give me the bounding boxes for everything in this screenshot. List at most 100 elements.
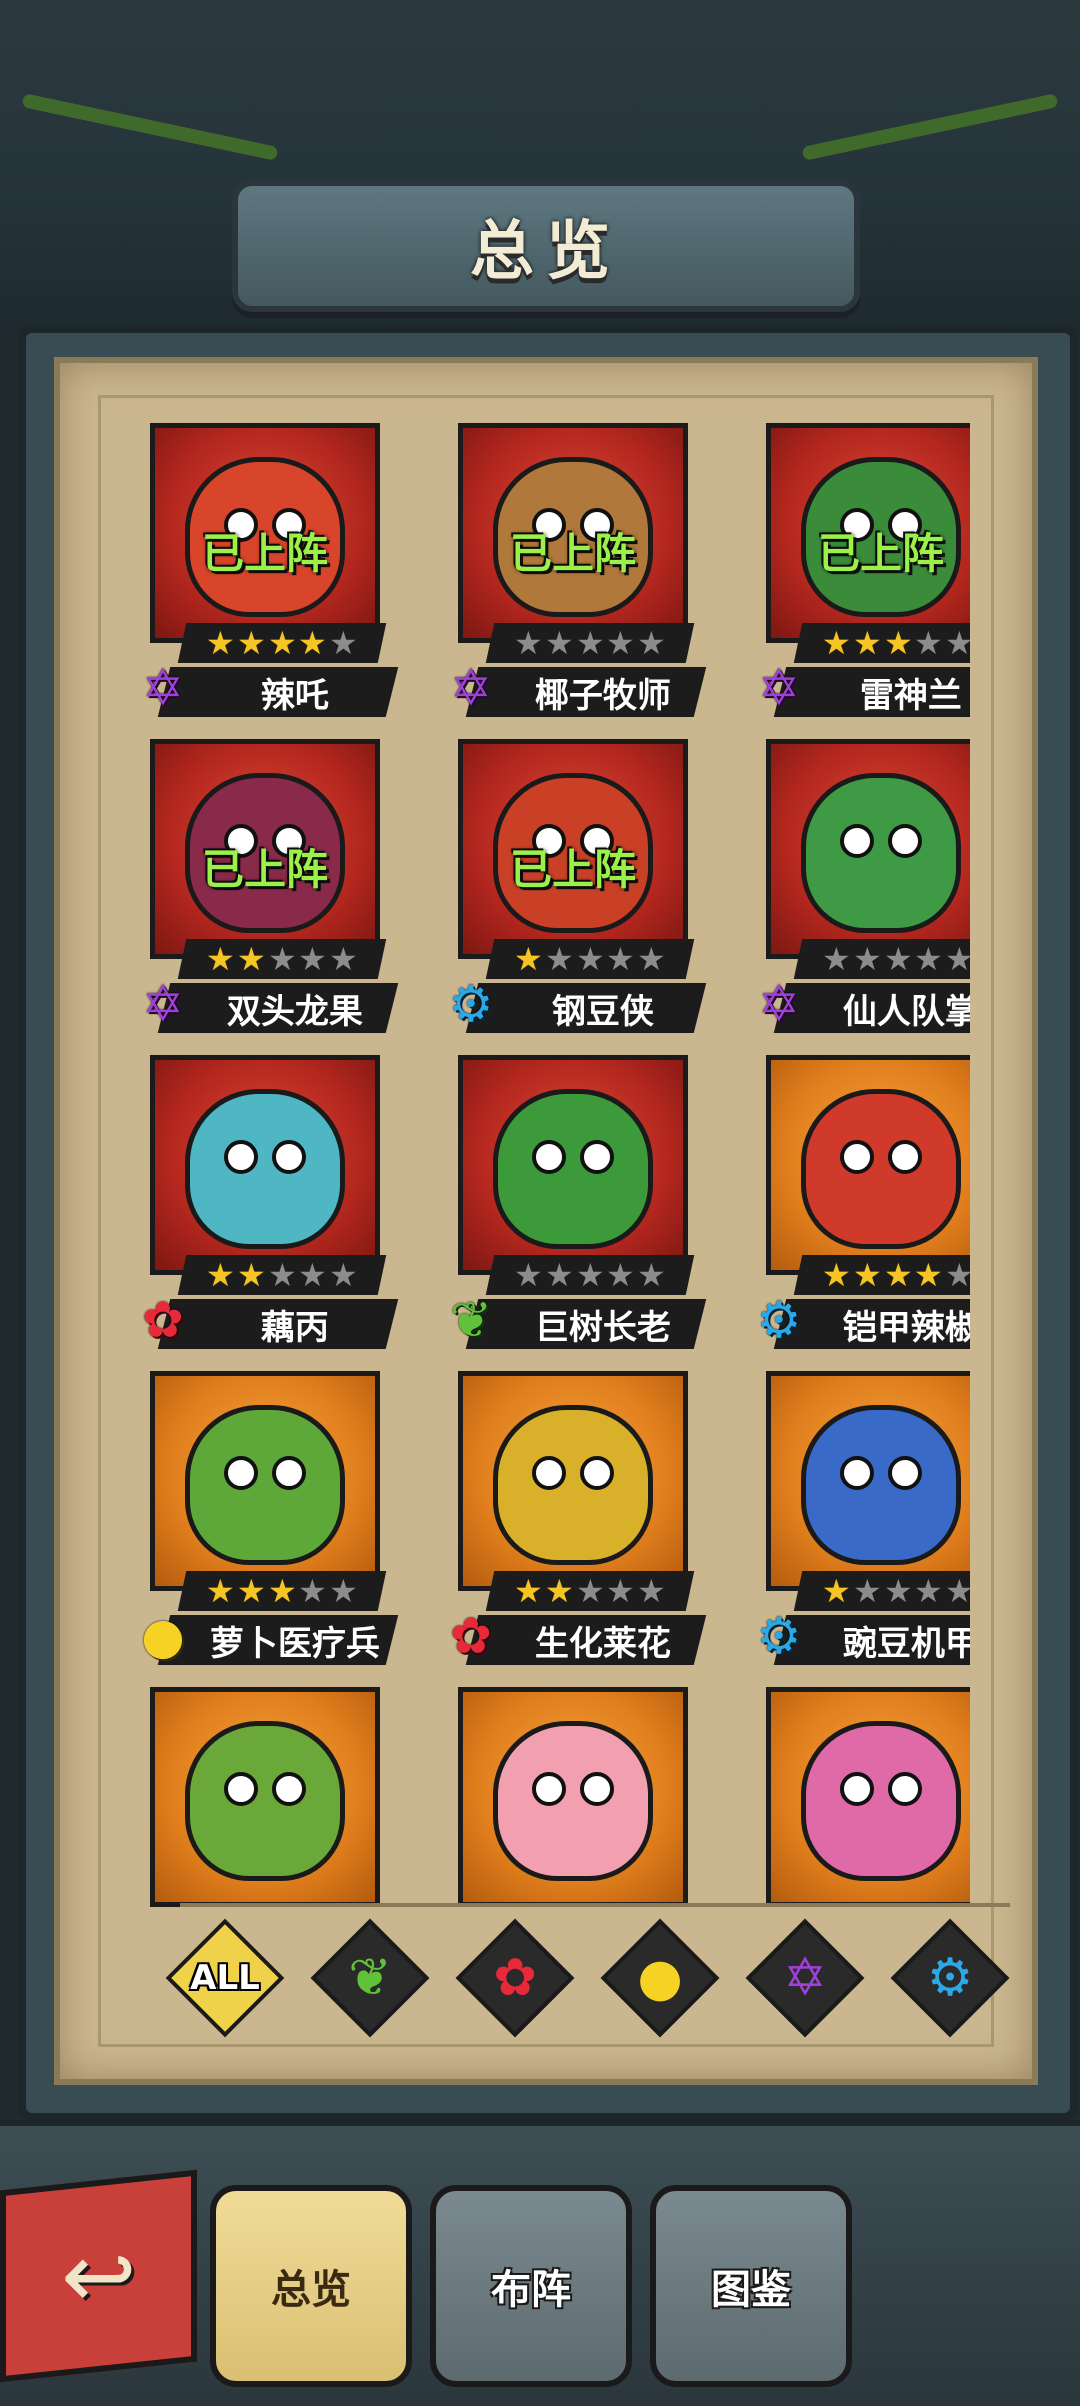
star-icon: ★ [267,1256,297,1294]
star-icon: ★ [544,1256,574,1294]
hero-name: 生化莱花 [535,1623,671,1664]
star-icon: ★ [606,624,636,662]
tab-label: 总览 [271,2267,351,2313]
blue-faction-icon: ⚙ [756,1291,802,1349]
star-icon: ★ [514,624,543,662]
paper-background: 已上阵 ★ ★ ★ ★ ★ 辣吒 ✡ 已上阵 ★ ★ ★ ★ ★ 椰子牧师 ✡ 已上阵 ★ ★ ★ ★ ★ 雷神兰 ✡ 已上阵 ★… [54,357,1038,2085]
hero-eye [272,1140,306,1175]
tab-formation[interactable]: 布阵 [430,2185,632,2387]
filter-violet-button[interactable]: ✡ [745,1918,865,2038]
hero-eye [580,1456,614,1491]
red-faction-icon: ✿ [142,1291,184,1349]
star-icon: ★ [883,1572,913,1610]
violet-faction-icon: ✡ [758,659,800,717]
star-icon: ★ [298,1572,328,1610]
on-team-badge: 已上阵 [509,529,636,578]
hero-eye [580,1140,614,1175]
hero-name: 雷神兰 [860,675,962,716]
hero-portrait [150,1371,380,1591]
hero-card[interactable]: ★ ★ ★ ★ ★ 铠甲辣椒 ⚙ [746,1055,970,1355]
hero-card[interactable]: ★ ★ ★ ★ ★ 豌豆机甲 ⚙ [746,1371,970,1671]
back-arrow-icon: ↩ [60,2223,137,2329]
star-icon: ★ [945,1256,970,1294]
star-icon: ★ [852,1256,882,1294]
star-icon: ★ [236,1256,266,1294]
blue-faction-icon: ⚙ [756,1607,802,1665]
hero-figure [801,773,961,934]
hero-portrait [766,739,970,959]
hero-figure [185,1405,345,1566]
hero-portrait: 已上阵 [458,423,688,643]
star-icon: ★ [206,624,235,662]
filter-green-button[interactable]: ❦ [310,1918,430,2038]
star-icon: ★ [575,1572,605,1610]
hero-figure [185,1089,345,1250]
hero-card[interactable]: ★ ★ ★ ★ ★ 萝卜医疗兵 ● [130,1371,399,1671]
star-icon: ★ [236,624,266,662]
yellow-faction-icon: ● [637,1948,683,2008]
yellow-faction-icon: ● [141,1607,185,1665]
star-icon: ★ [822,940,851,978]
hero-eye [532,1140,566,1175]
hero-card[interactable]: ★ ★ ★ ★ ★ 生化莱花 ✿ [438,1371,707,1671]
hero-name: 萝卜医疗兵 [210,1623,380,1664]
tab-overview[interactable]: 总览 [210,2185,412,2387]
filter-red-button[interactable]: ✿ [455,1918,575,2038]
on-team-badge: 已上阵 [201,845,328,894]
hero-eye [272,1772,306,1807]
back-button[interactable]: ↩ [0,2169,197,2383]
hero-portrait: 已上阵 [458,739,688,959]
star-icon: ★ [544,1572,574,1610]
hero-portrait [766,1687,970,1907]
star-icon: ★ [914,940,944,978]
star-icon: ★ [236,940,266,978]
hero-eye [888,1456,922,1491]
star-rating: ★ ★ ★ ★ ★ [793,623,970,663]
hero-eye [224,1140,258,1175]
star-icon: ★ [298,1256,328,1294]
blue-faction-icon: ⚙ [448,975,494,1033]
star-icon: ★ [298,940,328,978]
filter-yellow-button[interactable]: ● [600,1918,720,2038]
star-rating: ★ ★ ★ ★ ★ [177,1255,387,1295]
hero-card[interactable]: ★ ★ ★ ★ ★ 巨树长老 ❦ [438,1055,707,1355]
star-icon: ★ [945,1572,970,1610]
hero-portrait: 已上阵 [766,423,970,643]
star-icon: ★ [822,624,851,662]
star-icon: ★ [206,940,235,978]
tab-codex[interactable]: 图鉴 [650,2185,852,2387]
star-rating: ★ ★ ★ ★ ★ [485,1571,695,1611]
hero-eye [224,1772,258,1807]
hero-eye [888,1772,922,1807]
hero-eye [532,1772,566,1807]
star-icon: ★ [329,1256,358,1294]
hero-eye [888,824,922,859]
red-faction-icon: ✿ [493,1948,537,2008]
hero-figure [493,1089,653,1250]
hero-card[interactable]: 已上阵 ★ ★ ★ ★ ★ 椰子牧师 ✡ [438,423,707,723]
hero-eye [840,824,874,859]
hero-eye [580,1772,614,1807]
filter-all-button[interactable]: ALL [165,1918,285,2038]
star-icon: ★ [822,1572,851,1610]
star-icon: ★ [914,624,944,662]
hero-portrait [766,1055,970,1275]
title-plaque: 总览 [232,180,860,312]
page-title: 总览 [470,215,622,289]
hero-eye [840,1140,874,1175]
hero-card[interactable]: 已上阵 ★ ★ ★ ★ ★ 雷神兰 ✡ [746,423,970,723]
hero-card[interactable]: ★ ★ ★ ★ ★ 仙人队掌 ✡ [746,739,970,1039]
star-icon: ★ [267,940,297,978]
hero-grid[interactable]: 已上阵 ★ ★ ★ ★ ★ 辣吒 ✡ 已上阵 ★ ★ ★ ★ ★ 椰子牧师 ✡ 已上阵 ★ ★ ★ ★ ★ 雷神兰 ✡ 已上阵 ★… [130,423,970,1943]
star-rating: ★ ★ ★ ★ ★ [793,1571,970,1611]
star-rating: ★ ★ ★ ★ ★ [793,1255,970,1295]
hero-card[interactable]: 已上阵 ★ ★ ★ ★ ★ 双头龙果 ✡ [130,739,399,1039]
star-icon: ★ [637,1572,666,1610]
filter-blue-button[interactable]: ⚙ [890,1918,1010,2038]
tab-label: 布阵 [491,2267,571,2313]
hero-card[interactable]: ★ ★ ★ ★ ★ 藕丙 ✿ [130,1055,399,1355]
hero-card[interactable]: 已上阵 ★ ★ ★ ★ ★ 钢豆侠 ⚙ [438,739,707,1039]
hero-portrait [458,1371,688,1591]
green-faction-icon: ❦ [348,1948,392,2008]
hero-card[interactable]: 已上阵 ★ ★ ★ ★ ★ 辣吒 ✡ [130,423,399,723]
